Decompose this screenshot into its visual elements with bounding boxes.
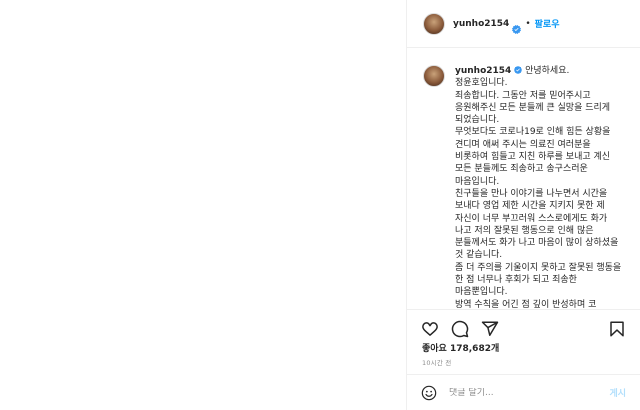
post-timestamp[interactable]: 10시간 전	[422, 357, 451, 367]
comment-icon[interactable]	[451, 320, 469, 338]
heart-icon[interactable]	[421, 320, 439, 338]
caption-paragraph: 무엇보다도 코로나19로 인해 힘든 상황을 견디며 애써 주시는 의료진 여러…	[455, 127, 611, 187]
bookmark-icon[interactable]	[608, 320, 626, 338]
post-media-area	[0, 0, 407, 410]
caption-avatar[interactable]	[423, 65, 445, 87]
caption-paragraph: 좀 더 주의를 기울이지 못하고 잘못된 행동을 한 점 너무나 후회가 되고 …	[455, 262, 622, 298]
caption-paragraph: 죄송합니다. 그동안 저를 믿어주시고 응원해주신 모든 분들께 큰 실망을 드…	[455, 90, 611, 126]
post-header: yunho2154 • 팔로우	[407, 0, 640, 48]
follow-separator: •	[525, 18, 531, 29]
caption-username[interactable]: yunho2154	[455, 66, 511, 76]
add-comment-bar: 게시	[407, 374, 640, 410]
comment-input[interactable]	[449, 387, 599, 398]
caption-text: yunho2154 안녕하세요. 정윤호입니다. 죄송합니다. 그동안 저를 믿…	[455, 65, 624, 309]
caption-paragraph: 친구들을 만나 이야기를 나누면서 시간을 보내다 영업 제한 시간을 지키지 …	[455, 188, 619, 261]
username-link[interactable]: yunho2154	[453, 19, 509, 29]
likes-count[interactable]: 좋아요 178,682개	[422, 341, 499, 354]
comments-section[interactable]: yunho2154 안녕하세요. 정윤호입니다. 죄송합니다. 그동안 저를 믿…	[407, 49, 640, 309]
verified-badge-icon	[514, 66, 523, 74]
verified-badge-icon	[512, 19, 522, 34]
caption-paragraph: 방역 수칙을 어긴 점 깊이 반성하며 코	[455, 299, 597, 309]
caption: yunho2154 안녕하세요. 정윤호입니다. 죄송합니다. 그동안 저를 믿…	[423, 65, 624, 309]
emoji-smile-icon[interactable]	[421, 385, 437, 401]
follow-button[interactable]: 팔로우	[535, 17, 560, 30]
avatar[interactable]	[423, 12, 445, 35]
post-comment-button[interactable]: 게시	[609, 386, 626, 399]
paper-plane-icon[interactable]	[481, 320, 499, 338]
